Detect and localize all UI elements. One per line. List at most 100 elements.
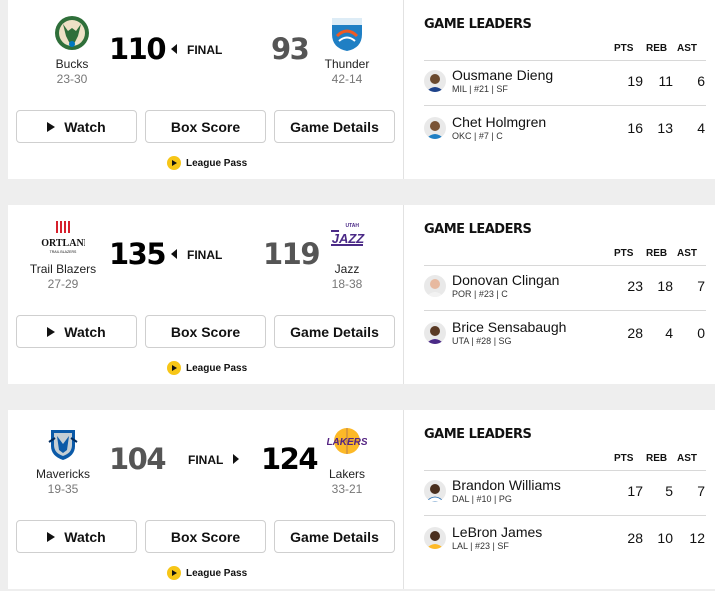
play-icon: [47, 326, 56, 337]
player-name: Ousmane Dieng: [452, 67, 554, 83]
play-icon: [47, 121, 56, 132]
player-name: LeBron James: [452, 524, 543, 540]
play-icon: [47, 531, 56, 542]
player-avatar: [424, 527, 446, 549]
home-team[interactable]: Thunder 42-14: [307, 14, 387, 86]
player-name: Chet Holmgren: [452, 114, 547, 130]
watch-label: Watch: [64, 528, 106, 545]
home-team-record: 18-38: [331, 277, 363, 291]
ast-header: AST: [677, 43, 697, 54]
jazz-logo: UTAH JAZZ: [331, 223, 366, 246]
player-name: Brandon Williams: [452, 477, 561, 493]
league-pass-label: League Pass: [186, 567, 248, 579]
game-card: PORTLAND TRAIL BLAZERS Trail Blazers 27-…: [8, 205, 715, 384]
game-details-button[interactable]: Game Details: [274, 520, 395, 553]
home-score: 93: [271, 32, 310, 66]
home-team[interactable]: LAKERS Lakers 33-21: [307, 424, 387, 496]
home-team-name: Jazz: [334, 262, 360, 276]
divider: [424, 105, 706, 106]
player-ast: 6: [697, 73, 705, 89]
player-info: POR | #23 | C: [452, 289, 508, 299]
league-pass-link[interactable]: League Pass: [167, 361, 247, 375]
home-team-record: 42-14: [331, 72, 363, 86]
player-pts: 17: [627, 483, 643, 499]
away-team-record: 27-29: [47, 277, 79, 291]
away-score: 110: [109, 32, 167, 66]
away-team[interactable]: Mavericks 19-35: [22, 424, 104, 496]
player-pts: 28: [627, 530, 643, 546]
watch-label: Watch: [64, 118, 106, 135]
away-score: 135: [109, 237, 167, 271]
away-team-name: Mavericks: [35, 467, 90, 481]
home-team[interactable]: UTAH JAZZ Jazz 18-38: [307, 219, 387, 291]
game-score-panel: PORTLAND TRAIL BLAZERS Trail Blazers 27-…: [8, 205, 403, 384]
game-score-panel: Bucks 23-30 110 FINAL 93 Thunder 42-14 W…: [8, 0, 403, 179]
watch-button[interactable]: Watch: [16, 520, 137, 553]
box-score-button[interactable]: Box Score: [145, 315, 266, 348]
reb-header: REB: [646, 248, 668, 259]
player-avatar: [424, 275, 446, 297]
game-status: FINAL: [171, 43, 222, 57]
league-pass-link[interactable]: League Pass: [167, 566, 247, 580]
player-pts: 19: [627, 73, 643, 89]
player-ast: 7: [697, 483, 705, 499]
watch-label: Watch: [64, 323, 106, 340]
watch-button[interactable]: Watch: [16, 110, 137, 143]
away-team[interactable]: Bucks 23-30: [32, 14, 112, 86]
player-name: Brice Sensabaugh: [452, 319, 567, 335]
player-ast: 0: [697, 325, 705, 341]
game-status: FINAL: [171, 248, 222, 262]
home-team-name: Thunder: [324, 57, 370, 71]
player-avatar: [424, 70, 446, 92]
divider: [424, 515, 706, 516]
away-team-name: Trail Blazers: [29, 262, 97, 276]
box-score-button[interactable]: Box Score: [145, 520, 266, 553]
player-ast: 7: [697, 278, 705, 294]
player-pts: 23: [627, 278, 643, 294]
divider: [424, 310, 706, 311]
home-team-record: 33-21: [331, 482, 363, 496]
bucks-logo: [55, 16, 89, 50]
game-leaders: GAME LEADERS PTS REB AST Ousmane Dieng M…: [404, 0, 715, 179]
league-pass-icon: [167, 566, 181, 580]
winner-arrow-icon: [171, 44, 177, 54]
divider: [424, 470, 706, 471]
game-score-panel: Mavericks 19-35 104 FINAL 124 LAKERS Lak…: [8, 410, 403, 589]
game-leaders-title: GAME LEADERS: [424, 427, 532, 442]
pts-header: PTS: [614, 43, 634, 54]
box-score-button[interactable]: Box Score: [145, 110, 266, 143]
league-pass-label: League Pass: [186, 157, 248, 169]
game-details-button[interactable]: Game Details: [274, 110, 395, 143]
game-leaders: GAME LEADERS PTS REB AST Donovan Clingan…: [404, 205, 715, 384]
game-leaders: GAME LEADERS PTS REB AST Brandon William…: [404, 410, 715, 589]
ast-header: AST: [677, 453, 697, 464]
game-card: Bucks 23-30 110 FINAL 93 Thunder 42-14 W…: [8, 0, 715, 179]
away-score: 104: [109, 442, 167, 476]
reb-header: REB: [646, 453, 668, 464]
league-pass-link[interactable]: League Pass: [167, 156, 247, 170]
player-info: MIL | #21 | SF: [452, 84, 508, 94]
status-label: FINAL: [188, 453, 224, 467]
league-pass-icon: [167, 156, 181, 170]
svg-text:LAKERS: LAKERS: [327, 437, 367, 448]
player-reb: 13: [657, 120, 673, 136]
player-reb: 18: [657, 278, 673, 294]
away-team-record: 19-35: [47, 482, 79, 496]
watch-button[interactable]: Watch: [16, 315, 137, 348]
player-info: UTA | #28 | SG: [452, 336, 512, 346]
player-name: Donovan Clingan: [452, 272, 560, 288]
svg-text:JAZZ: JAZZ: [332, 231, 366, 246]
svg-text:UTAH: UTAH: [345, 223, 359, 229]
player-reb: 11: [658, 73, 673, 89]
lakers-logo: LAKERS: [327, 428, 367, 454]
game-details-button[interactable]: Game Details: [274, 315, 395, 348]
player-avatar: [424, 322, 446, 344]
pts-header: PTS: [614, 248, 634, 259]
player-reb: 5: [665, 483, 673, 499]
player-reb: 4: [665, 325, 673, 341]
svg-text:PORTLAND: PORTLAND: [41, 238, 85, 249]
player-reb: 10: [657, 530, 673, 546]
away-team[interactable]: PORTLAND TRAIL BLAZERS Trail Blazers 27-…: [22, 219, 104, 291]
status-label: FINAL: [187, 248, 223, 262]
status-label: FINAL: [187, 43, 223, 57]
